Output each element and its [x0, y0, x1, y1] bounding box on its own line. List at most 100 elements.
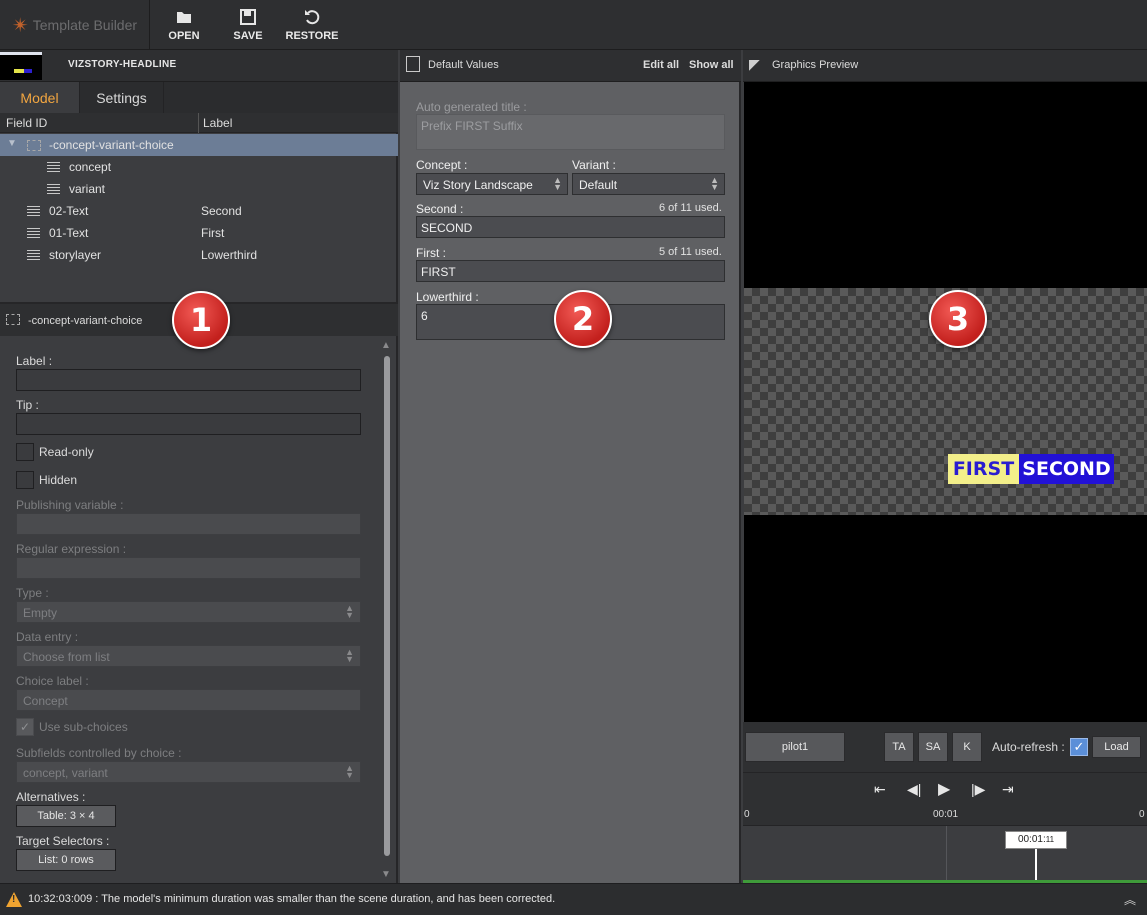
text-field-icon	[27, 206, 40, 216]
select-arrows-icon: ▲ ▼	[345, 603, 354, 620]
status-message: 10:32:03:009 : The model's minimum durat…	[28, 893, 556, 905]
regex-input[interactable]	[16, 557, 361, 579]
readonly-label: Read-only	[39, 445, 94, 459]
variant-value: Default	[579, 178, 618, 192]
save-button[interactable]: SAVE	[217, 4, 279, 46]
auto-title-field: Prefix FIRST Suffix	[416, 114, 725, 150]
playhead-frames: 11	[1045, 835, 1055, 844]
target-selectors-label: Target Selectors :	[16, 834, 110, 848]
subfields-value: concept, variant	[23, 766, 108, 780]
scrollbar-thumb[interactable]	[384, 356, 390, 856]
k-button[interactable]: K	[952, 732, 982, 762]
data-entry-select[interactable]: Choose from list ▲ ▼	[16, 645, 361, 667]
tree-row[interactable]: 02-Text Second	[0, 200, 398, 222]
status-bar: ! 10:32:03:009 : The model's minimum dur…	[0, 883, 1147, 915]
tree-row[interactable]: variant	[0, 178, 398, 200]
tree-field-id: variant	[69, 182, 106, 196]
variant-select[interactable]: Default ▲ ▼	[572, 173, 725, 195]
data-entry-value: Choose from list	[23, 650, 110, 664]
second-input[interactable]: SECOND	[416, 216, 725, 238]
scroll-down-icon[interactable]: ▼	[381, 869, 391, 880]
timeline-ruler: 0 00:01 0	[743, 805, 1147, 826]
second-value: SECOND	[421, 221, 473, 235]
tree-field-id: 01-Text	[49, 226, 89, 240]
type-value: Empty	[23, 606, 58, 620]
preview-icon: ◤	[749, 56, 760, 72]
step-forward-icon[interactable]: |▶	[971, 781, 985, 798]
hidden-checkbox[interactable]	[16, 471, 34, 489]
model-panel: VIZSTORY-HEADLINE Model Settings Field I…	[0, 50, 398, 883]
choice-label-input[interactable]: Concept	[16, 689, 361, 711]
preview-canvas[interactable]: FIRST SECOND	[744, 82, 1147, 722]
tree-field-label: Lowerthird	[201, 248, 258, 262]
callout-badge-3: 3	[929, 290, 987, 348]
column-label[interactable]: Label	[198, 113, 232, 133]
tree-row[interactable]: concept	[0, 156, 398, 178]
select-arrows-icon: ▲ ▼	[345, 647, 354, 664]
tab-model[interactable]: Model	[0, 82, 80, 113]
playhead-line[interactable]	[1035, 849, 1037, 883]
go-to-end-icon[interactable]: ⇥	[1002, 781, 1014, 798]
preview-controls: pilot1 TA SA K Auto-refresh : ✓ Load	[743, 722, 1147, 772]
step-back-icon[interactable]: ◀|	[907, 781, 921, 798]
tree-row[interactable]: ▼ -concept-variant-choice	[0, 134, 398, 156]
callout-badge-2: 2	[554, 290, 612, 348]
open-button[interactable]: OPEN	[153, 4, 215, 46]
use-subchoices-label: Use sub-choices	[39, 720, 128, 734]
auto-refresh-checkbox[interactable]: ✓	[1070, 738, 1088, 756]
subfields-label: Subfields controlled by choice :	[16, 746, 182, 760]
playhead-time[interactable]: 00:01:11	[1005, 831, 1067, 849]
default-values-panel: Default Values Edit all Show all Auto ge…	[400, 50, 741, 883]
go-to-start-icon[interactable]: ⇤	[874, 781, 886, 798]
first-input[interactable]: FIRST	[416, 260, 725, 282]
type-select[interactable]: Empty ▲ ▼	[16, 601, 361, 623]
properties-scrollbar[interactable]: ▲ ▼	[381, 340, 393, 880]
alternatives-table-button[interactable]: Table: 3 × 4	[16, 805, 116, 827]
ruler-start: 0	[744, 809, 750, 820]
restore-button[interactable]: RESTORE	[281, 4, 343, 46]
data-entry-label: Data entry :	[16, 630, 79, 644]
sa-button[interactable]: SA	[918, 732, 948, 762]
graphics-preview-title: Graphics Preview	[772, 59, 859, 71]
template-header: VIZSTORY-HEADLINE	[0, 50, 398, 82]
publishing-variable-input[interactable]	[16, 513, 361, 535]
show-all-link[interactable]: Show all	[689, 59, 734, 71]
load-button[interactable]: Load	[1092, 736, 1141, 758]
label-input[interactable]	[16, 369, 361, 391]
play-icon[interactable]: ▶	[938, 779, 950, 799]
scroll-up-icon[interactable]: ▲	[381, 340, 391, 351]
text-field-icon	[47, 162, 60, 172]
tree-column-header: Field ID Label	[0, 113, 398, 133]
tree-field-id: -concept-variant-choice	[49, 138, 174, 152]
playhead-time-main: 00:01	[1017, 834, 1043, 845]
tree-row[interactable]: 01-Text First	[0, 222, 398, 244]
pilot-button[interactable]: pilot1	[745, 732, 845, 762]
lowerthird-value: 6	[421, 309, 428, 323]
concept-select[interactable]: Viz Story Landscape ▲ ▼	[416, 173, 568, 195]
edit-all-link[interactable]: Edit all	[643, 59, 679, 71]
select-arrows-icon: ▲ ▼	[345, 763, 354, 780]
default-values-header: Default Values Edit all Show all	[400, 50, 741, 82]
publishing-variable-label: Publishing variable :	[16, 498, 124, 512]
second-usage: 6 of 11 used.	[659, 202, 722, 214]
column-field-id[interactable]: Field ID	[6, 116, 47, 130]
tip-input[interactable]	[16, 413, 361, 435]
expand-arrow-icon[interactable]: ▼	[7, 138, 17, 149]
expand-log-icon[interactable]: ︽	[1124, 891, 1136, 908]
transport-controls: ⇤ ◀| ▶ |▶ ⇥	[743, 772, 1147, 805]
tab-settings[interactable]: Settings	[80, 82, 164, 113]
readonly-checkbox[interactable]	[16, 443, 34, 461]
tree-row[interactable]: storylayer Lowerthird	[0, 244, 398, 266]
target-selectors-button[interactable]: List: 0 rows	[16, 849, 116, 871]
tree-field-label: First	[201, 226, 225, 240]
tree-field-id: 02-Text	[49, 204, 89, 218]
timeline[interactable]: 0 00:01 0 00:01:11	[743, 805, 1147, 883]
select-arrows-icon: ▲ ▼	[710, 175, 719, 192]
concept-value: Viz Story Landscape	[423, 178, 533, 192]
use-subchoices-checkbox[interactable]: ✓	[16, 718, 34, 736]
subfields-select[interactable]: concept, variant ▲ ▼	[16, 761, 361, 783]
text-field-icon	[27, 228, 40, 238]
ta-button[interactable]: TA	[884, 732, 914, 762]
auto-title-value: Prefix FIRST Suffix	[421, 119, 523, 133]
first-usage: 5 of 11 used.	[659, 246, 722, 258]
